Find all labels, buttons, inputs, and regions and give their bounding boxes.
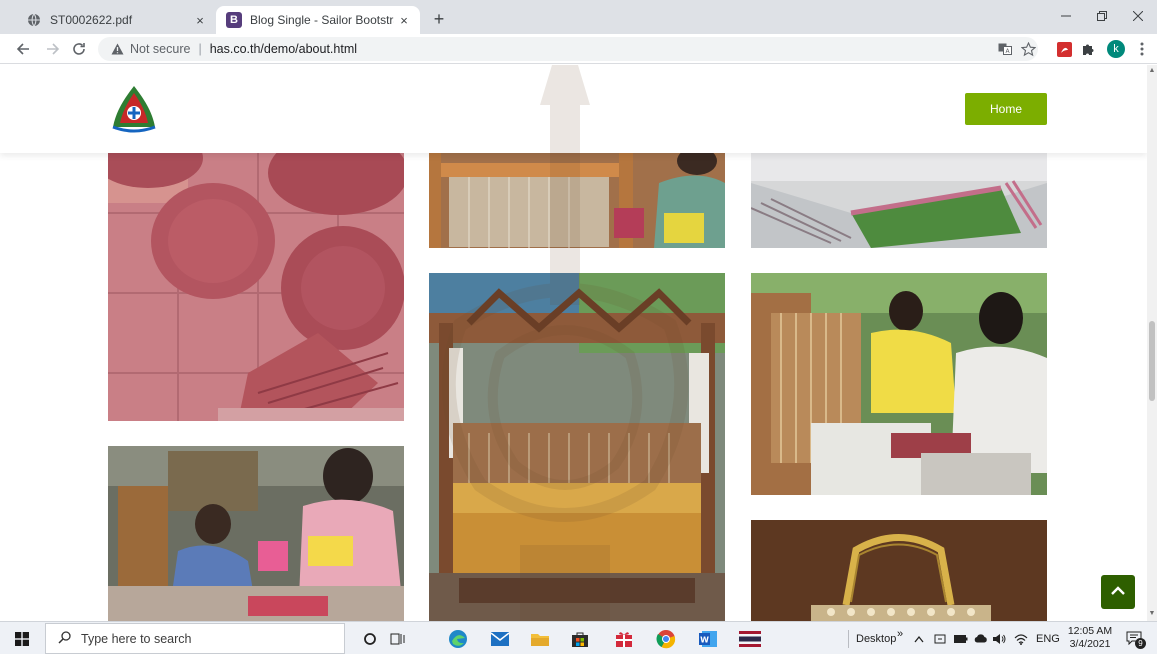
language-indicator[interactable]: ENG bbox=[1036, 622, 1060, 654]
scroll-down-arrow-icon[interactable]: ▼ bbox=[1148, 610, 1156, 618]
address-separator: | bbox=[198, 42, 202, 56]
battery-icon[interactable] bbox=[954, 622, 968, 654]
svg-text:W: W bbox=[700, 636, 709, 645]
scrollbar-thumb[interactable] bbox=[1149, 321, 1155, 401]
home-button[interactable]: Home bbox=[965, 93, 1047, 125]
reload-icon[interactable] bbox=[68, 38, 90, 60]
tray-expand-chevron-icon[interactable] bbox=[914, 622, 924, 654]
scroll-up-arrow-icon[interactable]: ▲ bbox=[1148, 67, 1156, 75]
gallery-photo-fringed-mat[interactable] bbox=[751, 153, 1047, 248]
word-icon[interactable]: W bbox=[696, 627, 720, 651]
new-tab-button[interactable]: + bbox=[428, 8, 450, 30]
browser-tab-pdf[interactable]: ST0002622.pdf × bbox=[16, 6, 216, 34]
warning-icon[interactable] bbox=[110, 42, 124, 56]
store-icon[interactable] bbox=[568, 627, 592, 651]
gallery-photo-large-loom[interactable] bbox=[429, 273, 725, 621]
close-icon[interactable]: × bbox=[190, 10, 210, 30]
onedrive-cloud-icon[interactable] bbox=[974, 622, 988, 654]
file-explorer-icon[interactable] bbox=[528, 627, 552, 651]
toolbar-overflow-icon[interactable]: » bbox=[897, 617, 903, 650]
gift-app-icon[interactable] bbox=[612, 627, 636, 651]
tab-title: ST0002622.pdf bbox=[50, 13, 133, 27]
gallery-photo-two-weavers[interactable] bbox=[751, 273, 1047, 495]
cortana-icon[interactable] bbox=[358, 627, 382, 651]
site-header: Home bbox=[0, 65, 1147, 153]
chevron-up-icon bbox=[1111, 583, 1125, 601]
chrome-icon[interactable] bbox=[654, 627, 678, 651]
menu-kebab-icon[interactable] bbox=[1131, 38, 1153, 60]
security-label[interactable]: Not secure bbox=[130, 42, 190, 56]
edge-browser-icon[interactable] bbox=[446, 627, 470, 651]
volume-icon[interactable] bbox=[992, 622, 1006, 654]
gallery-photo-loom-top[interactable] bbox=[429, 153, 725, 248]
back-arrow-icon[interactable] bbox=[12, 38, 34, 60]
thai-flag-app-icon[interactable] bbox=[738, 627, 762, 651]
tab-title: Blog Single - Sailor Bootstrap Te bbox=[250, 13, 394, 27]
window-close-icon[interactable] bbox=[1120, 0, 1156, 32]
mail-icon[interactable] bbox=[488, 627, 512, 651]
page-viewport: Home bbox=[0, 65, 1147, 621]
browser-tab-strip: ST0002622.pdf × B Blog Single - Sailor B… bbox=[0, 0, 1157, 34]
gallery-photo-yarn-balls[interactable] bbox=[108, 153, 404, 421]
browser-toolbar: Not secure | has.co.th/demo/about.html A… bbox=[0, 34, 1157, 64]
page-scrollbar[interactable]: ▲ ▼ bbox=[1147, 65, 1157, 621]
restore-icon[interactable] bbox=[1084, 0, 1120, 32]
search-placeholder: Type here to search bbox=[81, 631, 192, 646]
back-to-top-button[interactable] bbox=[1101, 575, 1135, 609]
address-bar[interactable]: Not secure | has.co.th/demo/about.html bbox=[98, 37, 1038, 61]
meet-now-icon[interactable] bbox=[934, 622, 946, 654]
windows-start-icon[interactable] bbox=[0, 622, 44, 654]
clock-time: 12:05 AM bbox=[1067, 625, 1113, 637]
search-icon bbox=[58, 630, 71, 647]
url-text[interactable]: has.co.th/demo/about.html bbox=[210, 42, 357, 56]
notification-center-icon[interactable]: 9 bbox=[1126, 622, 1146, 654]
profile-avatar[interactable]: k bbox=[1105, 38, 1127, 60]
minimize-icon[interactable] bbox=[1048, 0, 1084, 32]
group-logo[interactable] bbox=[108, 83, 160, 135]
notification-count-badge: 9 bbox=[1135, 637, 1146, 649]
taskbar-clock[interactable]: 12:05 AM 3/4/2021 bbox=[1064, 625, 1116, 651]
gallery-photo-women-working[interactable] bbox=[108, 446, 404, 621]
globe-icon bbox=[26, 12, 42, 28]
desktop-toolbar-label[interactable]: Desktop bbox=[856, 622, 896, 654]
browser-tab-blog-single[interactable]: B Blog Single - Sailor Bootstrap Te × bbox=[216, 6, 420, 34]
bootstrap-b-icon: B bbox=[226, 12, 242, 28]
pdf-extension-icon[interactable] bbox=[1053, 38, 1075, 60]
bookmark-star-icon[interactable] bbox=[1017, 38, 1039, 60]
tray-separator bbox=[848, 622, 849, 654]
clock-date: 3/4/2021 bbox=[1069, 638, 1111, 650]
wifi-icon[interactable] bbox=[1014, 622, 1028, 654]
task-view-icon[interactable] bbox=[386, 627, 410, 651]
gallery-photo-beaded-handbag[interactable] bbox=[751, 520, 1047, 621]
close-icon[interactable]: × bbox=[394, 10, 414, 30]
taskbar-search-input[interactable]: Type here to search bbox=[45, 623, 345, 654]
translate-icon[interactable]: A bbox=[994, 38, 1016, 60]
forward-arrow-icon[interactable] bbox=[42, 38, 64, 60]
extensions-puzzle-icon[interactable] bbox=[1077, 38, 1099, 60]
windows-taskbar: Type here to search W Desktop » ENG 12:0… bbox=[0, 621, 1157, 654]
